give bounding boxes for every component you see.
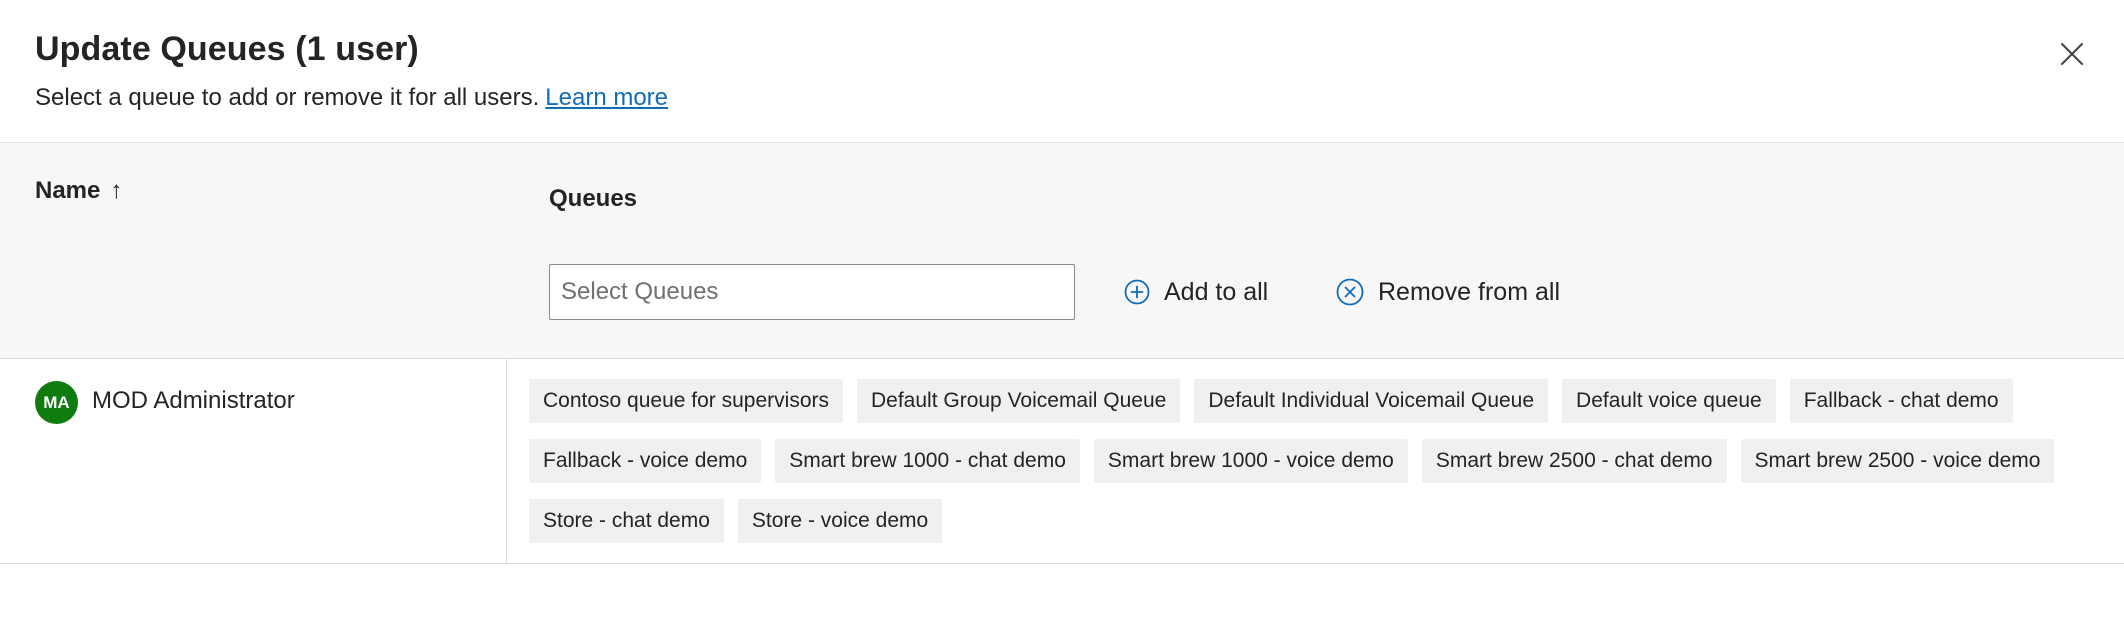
queue-chip[interactable]: Contoso queue for supervisors [529,379,843,423]
queue-chip[interactable]: Store - chat demo [529,499,724,543]
close-button[interactable] [2052,34,2092,74]
remove-from-all-button[interactable]: Remove from all [1336,269,1560,315]
user-name-cell: MA MOD Administrator [0,359,507,563]
queue-chip-line: Contoso queue for supervisors Default Gr… [529,379,2119,423]
queue-chip[interactable]: Smart brew 1000 - voice demo [1093,439,1408,483]
add-to-all-button[interactable]: Add to all [1124,269,1268,315]
select-queues-input[interactable] [549,264,1075,320]
user-name: MOD Administrator [92,387,295,414]
add-circle-icon [1124,279,1150,305]
subtitle-text: Select a queue to add or remove it for a… [35,84,540,111]
table-header-row: Name ↑ Queues Add to all Remove from all [0,142,2124,359]
name-column-header[interactable]: Name ↑ [35,177,122,205]
queue-chip[interactable]: Smart brew 1000 - chat demo [775,439,1080,483]
queue-chip-line: Fallback - voice demo Smart brew 1000 - … [529,439,2119,483]
dialog-title: Update Queues (1 user) [35,30,419,68]
dismiss-circle-icon [1336,278,1364,306]
learn-more-link[interactable]: Learn more [545,84,668,111]
add-to-all-label: Add to all [1164,277,1269,306]
dialog-header: Update Queues (1 user) Select a queue to… [0,0,2124,142]
queue-chip-line: Store - chat demo Store - voice demo [529,499,2119,543]
avatar: MA [35,381,78,424]
queues-cell: Contoso queue for supervisors Default Gr… [529,379,2119,559]
queues-column-header: Queues [549,185,638,212]
name-column-label: Name [35,177,101,204]
queue-chip[interactable]: Fallback - voice demo [529,439,762,483]
queue-chip[interactable]: Smart brew 2500 - chat demo [1421,439,1727,483]
remove-from-all-label: Remove from all [1378,277,1560,306]
queue-chip[interactable]: Smart brew 2500 - voice demo [1740,439,2055,483]
table-row: MA MOD Administrator Contoso queue for s… [0,359,2124,564]
sort-ascending-icon: ↑ [110,177,123,204]
queue-chip[interactable]: Default Individual Voicemail Queue [1194,379,1549,423]
queue-chip[interactable]: Default voice queue [1562,379,1776,423]
queue-chip[interactable]: Fallback - chat demo [1789,379,2013,423]
queue-chip[interactable]: Store - voice demo [737,499,943,543]
dialog-subtitle: Select a queue to add or remove it for a… [35,84,668,112]
queue-chip[interactable]: Default Group Voicemail Queue [857,379,1181,423]
close-icon [2061,43,2083,65]
